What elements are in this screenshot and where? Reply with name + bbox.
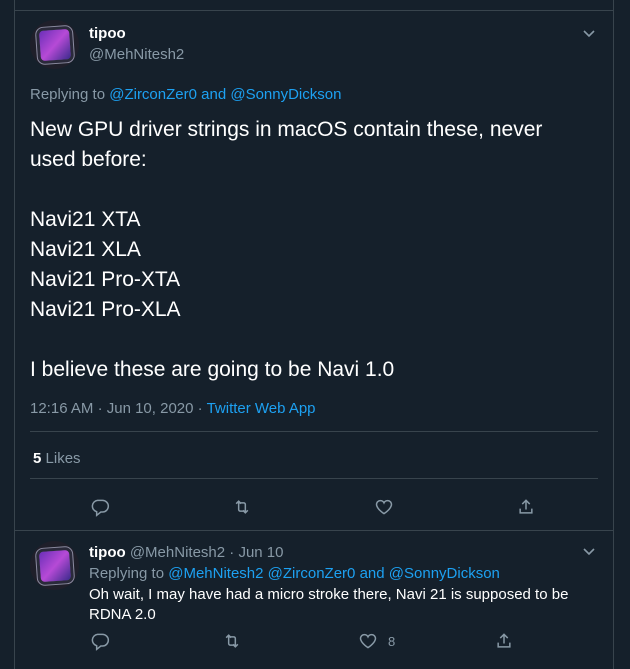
reply-date[interactable]: Jun 10 — [238, 544, 283, 561]
author-handle[interactable]: @MehNitesh2 — [89, 46, 184, 63]
replying-to: Replying to @ZirconZer0 and @SonnyDickso… — [30, 86, 342, 103]
avatar[interactable] — [30, 541, 79, 590]
column-border-left — [14, 0, 15, 669]
reply-icon — [91, 499, 110, 517]
tweet-time[interactable]: 12:16 AM — [30, 400, 93, 417]
divider — [30, 431, 598, 432]
author-display-name[interactable]: tipoo — [89, 544, 126, 561]
like-button[interactable]: 8 — [358, 631, 395, 651]
mention-link[interactable]: @SonnyDickson — [389, 565, 500, 582]
heart-icon — [359, 633, 377, 649]
share-icon — [519, 499, 533, 514]
share-button[interactable] — [516, 497, 536, 517]
chevron-down-icon[interactable] — [582, 544, 596, 561]
retweet-button[interactable] — [232, 497, 252, 517]
top-divider — [14, 10, 614, 11]
author-display-name[interactable]: tipoo — [89, 25, 126, 42]
replying-to: Replying to @MehNitesh2 @ZirconZer0 and … — [89, 565, 500, 582]
tweet-meta: 12:16 AM · Jun 10, 2020 · Twitter Web Ap… — [30, 400, 316, 417]
like-count: 8 — [388, 633, 396, 649]
share-icon — [497, 633, 511, 648]
avatar[interactable] — [30, 20, 79, 69]
mention-link[interactable]: @ZirconZer0 — [109, 86, 197, 103]
likes-stat[interactable]: 5 Likes — [33, 450, 81, 467]
reply-icon — [91, 633, 110, 651]
reply-header: tipoo @MehNitesh2 · Jun 10 — [89, 544, 284, 561]
source-app-link[interactable]: Twitter Web App — [207, 400, 316, 417]
mention-link[interactable]: @SonnyDickson — [230, 86, 341, 103]
reply-button[interactable] — [90, 497, 110, 517]
column-border-right — [613, 0, 614, 669]
divider — [14, 530, 614, 531]
tweet-text: New GPU driver strings in macOS contain … — [30, 118, 543, 381]
heart-icon — [375, 499, 393, 515]
mention-link[interactable]: @MehNitesh2 @ZirconZer0 — [168, 565, 355, 582]
divider — [30, 478, 598, 479]
author-handle[interactable]: @MehNitesh2 — [130, 544, 225, 561]
like-button[interactable] — [374, 497, 394, 517]
retweet-icon — [235, 500, 249, 514]
reply-button[interactable] — [90, 631, 110, 651]
chevron-down-icon[interactable] — [582, 26, 596, 43]
retweet-icon — [225, 634, 239, 648]
retweet-button[interactable] — [222, 631, 242, 651]
reply-text: Oh wait, I may have had a micro stroke t… — [89, 586, 569, 623]
share-button[interactable] — [494, 631, 514, 651]
tweet-date[interactable]: Jun 10, 2020 — [107, 400, 194, 417]
